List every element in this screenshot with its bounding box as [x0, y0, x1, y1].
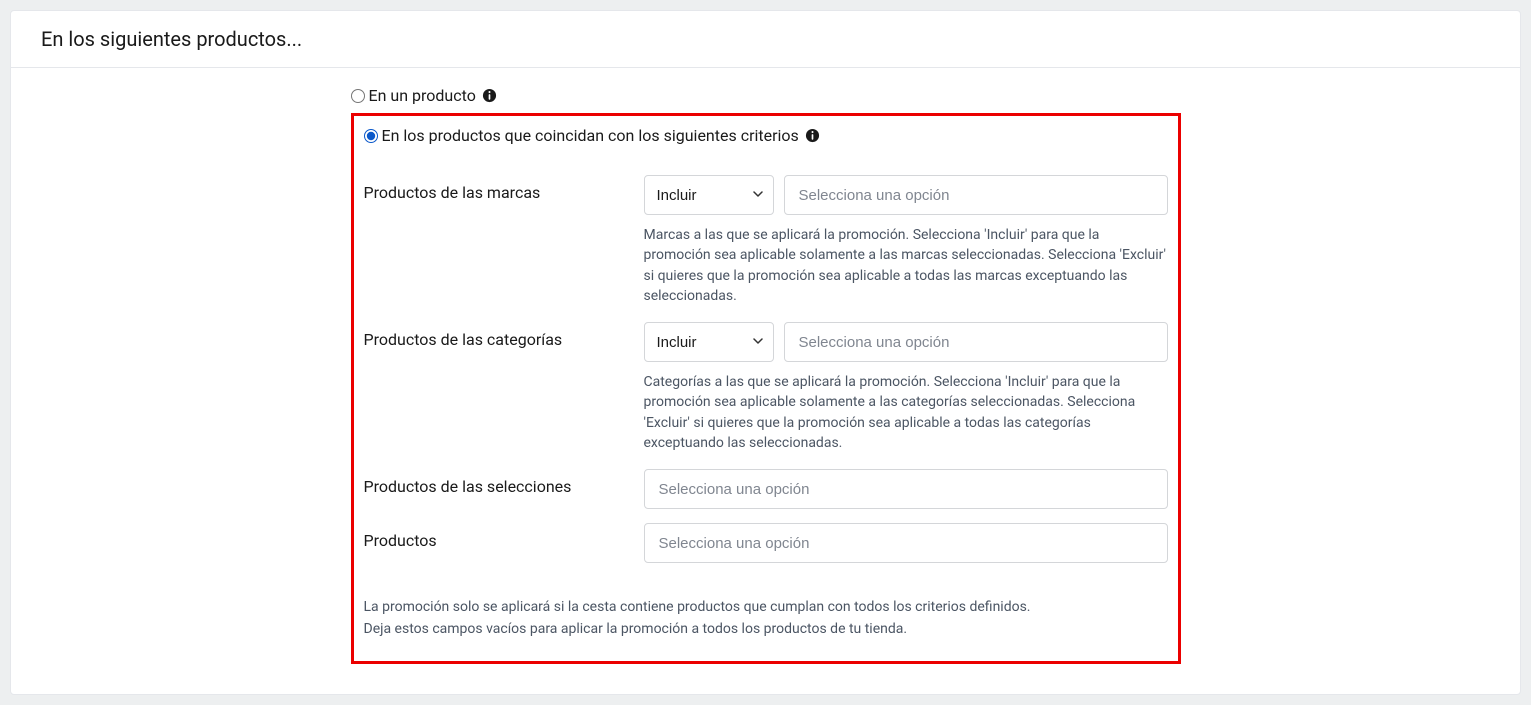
row-categories: Productos de las categorías Incluir: [364, 322, 1168, 461]
label-products: Productos: [364, 523, 644, 550]
radio-single-product[interactable]: En un producto: [351, 86, 1181, 105]
radio-criteria-products[interactable]: En los productos que coincidan con los s…: [364, 126, 1168, 145]
card-header: En los siguientes productos...: [11, 11, 1520, 68]
criteria-footer-note: La promoción solo se aplicará si la cest…: [364, 597, 1168, 640]
categories-include-select[interactable]: Incluir: [644, 322, 774, 362]
row-products: Productos: [364, 523, 1168, 563]
label-brands: Productos de las marcas: [364, 175, 644, 202]
radio-single-input[interactable]: [351, 89, 365, 103]
radio-criteria-label: En los productos que coincidan con los s…: [382, 126, 799, 145]
radio-criteria-input[interactable]: [364, 129, 378, 143]
section-title: En los siguientes productos...: [41, 27, 1490, 51]
label-selections: Productos de las selecciones: [364, 469, 644, 496]
categories-input[interactable]: [784, 322, 1168, 362]
footer-line2: Deja estos campos vacíos para aplicar la…: [364, 619, 1168, 641]
card-body: En un producto En los productos que coin…: [11, 68, 1520, 694]
brands-include-select-wrap: Incluir: [644, 175, 774, 215]
row-selections: Productos de las selecciones: [364, 469, 1168, 509]
row-brands: Productos de las marcas Incluir: [364, 175, 1168, 314]
categories-help: Categorías a las que se aplicará la prom…: [644, 372, 1168, 453]
footer-line1: La promoción solo se aplicará si la cest…: [364, 597, 1168, 619]
products-input[interactable]: [644, 523, 1168, 563]
criteria-highlight-box: En los productos que coincidan con los s…: [351, 113, 1181, 664]
selections-input[interactable]: [644, 469, 1168, 509]
label-categories: Productos de las categorías: [364, 322, 644, 349]
criteria-form: Productos de las marcas Incluir: [364, 175, 1168, 563]
brands-input[interactable]: [784, 175, 1168, 215]
info-icon[interactable]: [482, 88, 497, 103]
products-card: En los siguientes productos... En un pro…: [10, 10, 1521, 695]
info-icon[interactable]: [805, 128, 820, 143]
categories-include-select-wrap: Incluir: [644, 322, 774, 362]
brands-include-select[interactable]: Incluir: [644, 175, 774, 215]
brands-help: Marcas a las que se aplicará la promoció…: [644, 225, 1168, 306]
radio-single-label: En un producto: [369, 86, 476, 105]
